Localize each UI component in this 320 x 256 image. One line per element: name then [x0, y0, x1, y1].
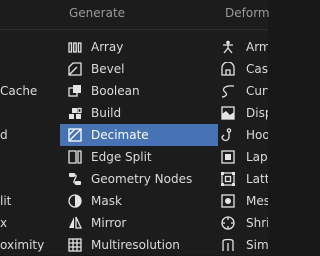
simple-deform-icon: [221, 238, 235, 252]
shrinkwrap-icon: [221, 216, 235, 230]
lattice-icon: [221, 172, 235, 186]
menu-item-label: Multiresolution: [91, 238, 180, 252]
menu-item-label: Cache: [0, 84, 38, 98]
array-icon: [68, 40, 82, 54]
menu-item-shrinkwrap[interactable]: Shri: [218, 212, 268, 234]
menu-column-generate: Generate Array Bevel Boolean Build Decim…: [58, 0, 218, 255]
menu-item-decimate[interactable]: Decimate: [60, 124, 218, 146]
add-modifier-menu: Cache d lit x oximity Generate Array Bev…: [0, 0, 270, 256]
menu-item-label: Arm: [246, 40, 268, 54]
menu-item-lattice[interactable]: Latt: [218, 168, 268, 190]
armature-icon: [221, 40, 235, 54]
menu-item-label: Simp: [246, 238, 268, 252]
menu-item-cache[interactable]: Cache: [0, 80, 58, 102]
menu-item-mask[interactable]: Mask: [60, 190, 218, 212]
menu-item-label: Latt: [246, 172, 268, 186]
menu-item-d[interactable]: d: [0, 124, 58, 146]
column-header-deform: Deform: [225, 6, 270, 20]
menu-item-boolean[interactable]: Boolean: [60, 80, 218, 102]
multiresolution-icon: [68, 238, 82, 252]
menu-item-label: Shri: [246, 216, 268, 230]
menu-item-build[interactable]: Build: [60, 102, 218, 124]
menu-item-label: Mes: [246, 194, 268, 208]
hook-icon: [221, 128, 235, 142]
menu-item-label: Decimate: [91, 128, 149, 142]
menu-item-array[interactable]: Array: [60, 36, 218, 58]
menu-item-label: Edge Split: [91, 150, 152, 164]
menu-item-label: d: [0, 128, 8, 142]
column-separator: [218, 29, 268, 30]
menu-item-bevel[interactable]: Bevel: [60, 58, 218, 80]
cast-icon: [221, 62, 235, 76]
menu-item-label: Mask: [91, 194, 122, 208]
menu-item-label: Hoo: [246, 128, 268, 142]
menu-column-edit: Cache d lit x oximity: [0, 0, 58, 255]
menu-item-label: Array: [91, 40, 124, 54]
menu-column-deform: Deform Arm Cast Curv Disp: [218, 0, 270, 256]
displace-icon: [221, 106, 235, 120]
laplacian-icon: [221, 150, 235, 164]
menu-item-label: lit: [0, 194, 12, 208]
build-icon: [68, 106, 82, 120]
menu-item-label: Bevel: [91, 62, 125, 76]
bevel-icon: [68, 62, 82, 76]
menu-item-oximity[interactable]: oximity: [0, 234, 58, 256]
geometry-nodes-icon: [68, 172, 82, 186]
menu-item-mirror[interactable]: Mirror: [60, 212, 218, 234]
menu-item-cast[interactable]: Cast: [218, 58, 268, 80]
edge-split-icon: [68, 150, 82, 164]
mesh-deform-icon: [221, 194, 235, 208]
mask-icon: [68, 194, 82, 208]
mirror-icon: [68, 216, 82, 230]
menu-item-label: Geometry Nodes: [91, 172, 193, 186]
curve-icon: [221, 84, 235, 98]
decimate-icon: [68, 128, 82, 142]
boolean-icon: [68, 84, 82, 98]
menu-item-multiresolution[interactable]: Multiresolution: [60, 234, 218, 256]
menu-item-label: Boolean: [91, 84, 140, 98]
menu-item-displace[interactable]: Disp: [218, 102, 268, 124]
column-separator: [0, 29, 58, 30]
menu-item-label: Build: [91, 106, 122, 120]
menu-item-edge-split[interactable]: Edge Split: [60, 146, 218, 168]
menu-item-geometry-nodes[interactable]: Geometry Nodes: [60, 168, 218, 190]
menu-item-x[interactable]: x: [0, 212, 58, 234]
menu-item-label: x: [0, 216, 8, 230]
menu-item-simple-deform[interactable]: Simp: [218, 234, 268, 256]
menu-item-lit[interactable]: lit: [0, 190, 58, 212]
menu-item-label: Mirror: [91, 216, 127, 230]
menu-item-label: Curv: [246, 84, 268, 98]
menu-item-label: oximity: [0, 238, 45, 252]
column-separator: [58, 29, 218, 30]
menu-item-label: Disp: [246, 106, 268, 120]
menu-item-curve[interactable]: Curv: [218, 80, 268, 102]
column-header-generate: Generate: [69, 6, 126, 20]
menu-item-label: Cast: [246, 62, 268, 76]
menu-item-hook[interactable]: Hoo: [218, 124, 268, 146]
menu-item-mesh-deform[interactable]: Mes: [218, 190, 268, 212]
menu-item-laplacian[interactable]: Lapl: [218, 146, 268, 168]
menu-item-label: Lapl: [246, 150, 268, 164]
menu-item-armature[interactable]: Arm: [218, 36, 268, 58]
